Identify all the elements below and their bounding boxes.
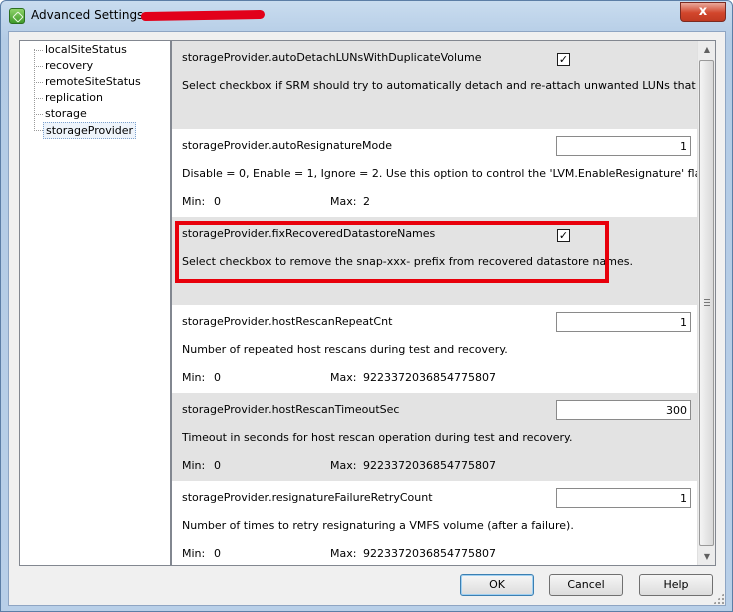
- setting-row: storageProvider.autoResignatureMode Disab…: [172, 129, 697, 217]
- max-value: 9223372036854775807: [363, 371, 496, 384]
- advanced-settings-window: Advanced Settings - x localSiteStatus rec…: [0, 0, 733, 612]
- dialog-client-area: localSiteStatus recovery remoteSiteStatus r…: [8, 31, 726, 606]
- tree-connector: [34, 98, 43, 99]
- setting-description: Number of times to retry resignaturing a…: [182, 519, 574, 532]
- setting-row: storageProvider.resignatureFailureRetryC…: [172, 481, 697, 565]
- highlight-annotation: [175, 221, 609, 283]
- resize-grip-icon[interactable]: [713, 593, 724, 604]
- min-label: Min:: [182, 371, 206, 384]
- setting-name: storageProvider.hostRescanTimeoutSec: [182, 403, 400, 416]
- help-button[interactable]: Help: [639, 574, 713, 596]
- setting-value-input[interactable]: [556, 400, 691, 420]
- tree-item-label: remoteSiteStatus: [45, 75, 141, 88]
- max-label: Max:: [330, 195, 357, 208]
- window-title: Advanced Settings -: [31, 8, 152, 22]
- redaction-mark: [140, 9, 266, 22]
- tree-connector: [34, 114, 43, 115]
- tree-connector: [34, 130, 43, 131]
- max-label: Max:: [330, 371, 357, 384]
- setting-row: storageProvider.hostRescanRepeatCnt Numbe…: [172, 305, 697, 393]
- settings-list: storageProvider.autoDetachLUNsWithDuplic…: [171, 40, 716, 566]
- tree-connector: [34, 66, 43, 67]
- setting-checkbox[interactable]: ✓: [557, 53, 570, 66]
- setting-description: Select checkbox if SRM should try to aut…: [182, 79, 697, 92]
- min-label: Min:: [182, 547, 206, 560]
- setting-name: storageProvider.resignatureFailureRetryC…: [182, 491, 433, 504]
- max-value: 9223372036854775807: [363, 547, 496, 560]
- scroll-thumb[interactable]: [699, 60, 714, 546]
- setting-description: Disable = 0, Enable = 1, Ignore = 2. Use…: [182, 167, 697, 180]
- min-label: Min:: [182, 195, 206, 208]
- tree-item-label: storage: [45, 107, 87, 120]
- scroll-up-icon[interactable]: ▲: [698, 41, 715, 58]
- setting-name: storageProvider.autoResignatureMode: [182, 139, 393, 152]
- close-button[interactable]: x: [680, 2, 726, 22]
- scroll-down-icon[interactable]: ▼: [698, 548, 715, 565]
- scroll-grip-icon: [704, 299, 710, 306]
- setting-name: storageProvider.autoDetachLUNsWithDuplic…: [182, 51, 482, 64]
- max-label: Max:: [330, 459, 357, 472]
- min-value: 0: [214, 459, 221, 472]
- setting-description: Number of repeated host rescans during t…: [182, 343, 508, 356]
- max-value: 2: [363, 195, 370, 208]
- srm-app-icon: [9, 8, 25, 24]
- setting-row: storageProvider.hostRescanTimeoutSec Time…: [172, 393, 697, 481]
- settings-scrollbar[interactable]: ▲ ▼: [697, 41, 715, 565]
- setting-row: storageProvider.autoDetachLUNsWithDuplic…: [172, 41, 697, 129]
- title-bar[interactable]: Advanced Settings - x: [1, 1, 732, 31]
- tree-connector: [34, 50, 43, 51]
- max-label: Max:: [330, 547, 357, 560]
- tree-item-label: replication: [45, 91, 104, 104]
- setting-name: storageProvider.hostRescanRepeatCnt: [182, 315, 393, 328]
- setting-value-input[interactable]: [556, 312, 691, 332]
- tree-item-label: recovery: [45, 59, 94, 72]
- min-value: 0: [214, 371, 221, 384]
- max-value: 9223372036854775807: [363, 459, 496, 472]
- tree-item-label: localSiteStatus: [45, 43, 127, 56]
- settings-tree[interactable]: localSiteStatus recovery remoteSiteStatus r…: [19, 40, 171, 566]
- tree-item-label: storageProvider: [43, 122, 137, 139]
- tree-connector: [34, 82, 43, 83]
- ok-button[interactable]: OK: [460, 574, 534, 596]
- tree-connector-line: [34, 49, 35, 131]
- min-label: Min:: [182, 459, 206, 472]
- setting-description: Timeout in seconds for host rescan opera…: [182, 431, 573, 444]
- setting-value-input[interactable]: [556, 488, 691, 508]
- min-value: 0: [214, 195, 221, 208]
- min-value: 0: [214, 547, 221, 560]
- setting-value-input[interactable]: [556, 136, 691, 156]
- cancel-button[interactable]: Cancel: [549, 574, 623, 596]
